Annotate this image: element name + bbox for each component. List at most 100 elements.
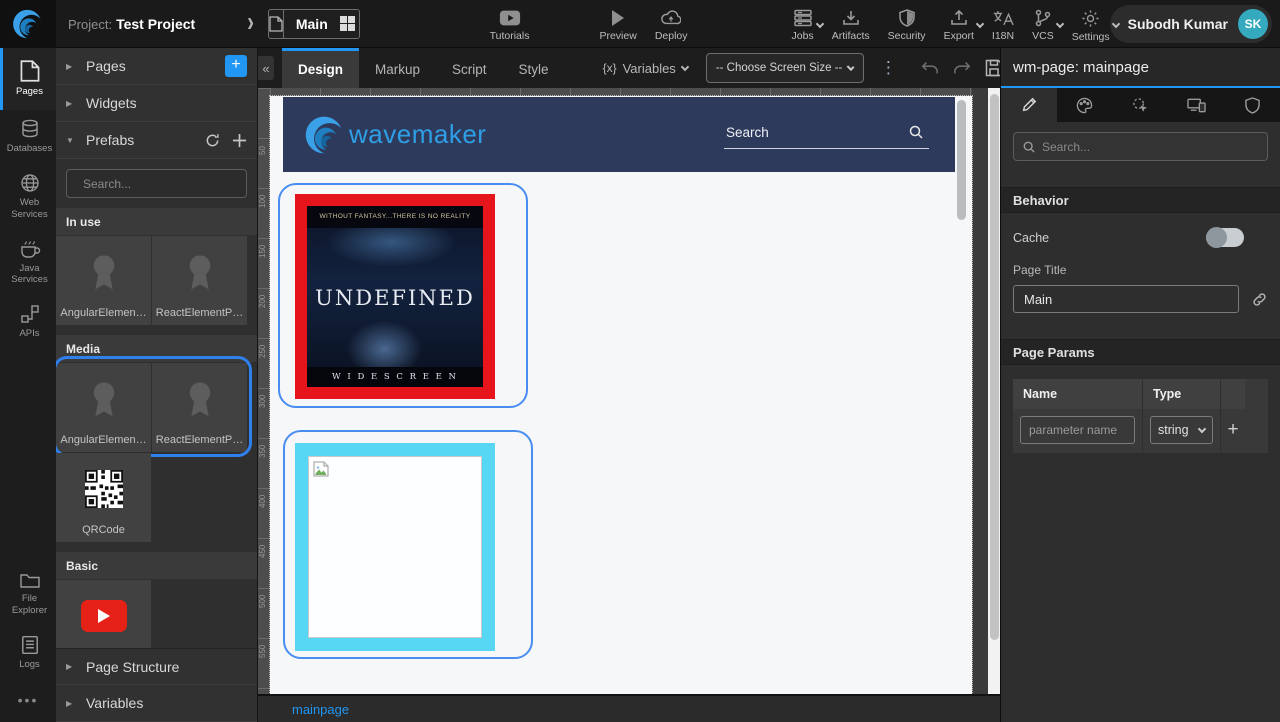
- pages-panel: ▶ Pages + ▶ Widgets ▼ Prefabs In use Ang…: [56, 48, 258, 722]
- status-bar: mainpage: [258, 694, 1000, 722]
- properties-panel-title: wm-page: mainpage: [1001, 48, 1280, 88]
- tab-events[interactable]: [1113, 88, 1169, 122]
- page-grid-icon[interactable]: [340, 16, 355, 31]
- page-selector[interactable]: Main: [268, 9, 360, 39]
- i18n-icon: [992, 9, 1014, 27]
- vcs-icon: [1034, 9, 1052, 27]
- picture-widget-empty[interactable]: [295, 443, 495, 651]
- rail-item-databases[interactable]: Databases: [0, 110, 56, 164]
- import-prefab-button[interactable]: [232, 133, 247, 148]
- refresh-prefabs-button[interactable]: [205, 133, 220, 148]
- poster-tagline: WITHOUT FANTASY...THERE IS NO REALITY: [307, 206, 483, 228]
- breadcrumb-chevron-icon: ›: [247, 7, 254, 39]
- artifacts-button[interactable]: Artifacts: [832, 5, 870, 42]
- section-widgets[interactable]: ▶ Widgets: [56, 85, 257, 122]
- rail-item-apis[interactable]: APIs: [0, 295, 56, 349]
- export-button[interactable]: Export: [944, 5, 974, 42]
- prefab-tile[interactable]: ReactElementP…: [152, 236, 247, 325]
- prefab-search: [56, 159, 257, 208]
- prefab-ribbon-icon: [85, 378, 123, 420]
- tab-markup[interactable]: Markup: [359, 48, 436, 88]
- group-header-in-use: In use: [56, 208, 257, 235]
- tab-security[interactable]: [1224, 88, 1280, 122]
- top-bar: Project:Test Project › Main Tutorials Pr…: [0, 0, 1280, 48]
- section-pages[interactable]: ▶ Pages +: [56, 48, 257, 85]
- security-button[interactable]: Security: [888, 5, 926, 42]
- pencil-icon: [1021, 97, 1037, 113]
- plus-icon: [232, 133, 247, 148]
- rail-more-button[interactable]: •••: [0, 680, 56, 722]
- properties-search-input[interactable]: [1042, 140, 1258, 154]
- section-prefabs[interactable]: ▼ Prefabs: [56, 122, 257, 159]
- prefab-tile-qrcode[interactable]: QRCode: [56, 453, 151, 542]
- rail-item-web-services[interactable]: Web Services: [0, 164, 56, 230]
- prefab-search-input[interactable]: [83, 177, 238, 191]
- param-name-cell: [1013, 409, 1143, 453]
- screen-size-select[interactable]: -- Choose Screen Size --: [706, 53, 864, 83]
- prefab-ribbon-icon: [181, 251, 219, 293]
- avatar: SK: [1238, 9, 1268, 39]
- column-header-name: Name: [1013, 379, 1143, 409]
- page-header-widget[interactable]: wavemaker Search: [283, 97, 955, 172]
- page-title-input[interactable]: [1013, 285, 1239, 313]
- more-options-button[interactable]: ⋮: [880, 58, 897, 78]
- redo-button[interactable]: [953, 60, 971, 76]
- param-type-select[interactable]: string: [1150, 416, 1213, 444]
- export-caret-icon: [976, 19, 984, 27]
- prefab-tile-selected[interactable]: ReactElementP…: [152, 363, 247, 452]
- cache-toggle[interactable]: [1206, 228, 1244, 247]
- properties-tabs: [1001, 88, 1280, 122]
- group-header-basic: Basic: [56, 552, 257, 579]
- section-variables[interactable]: ▶ Variables: [56, 685, 257, 722]
- rail-item-java-services[interactable]: Java Services: [0, 230, 56, 296]
- tab-design[interactable]: Design: [282, 48, 359, 88]
- preview-button[interactable]: Preview: [599, 5, 636, 42]
- artifacts-icon: [842, 9, 860, 27]
- bind-link-icon[interactable]: [1251, 291, 1268, 308]
- add-page-button[interactable]: +: [225, 55, 247, 77]
- properties-search: [1013, 132, 1268, 161]
- tab-style[interactable]: Style: [503, 48, 565, 88]
- user-menu[interactable]: Subodh Kumar SK: [1110, 5, 1272, 43]
- add-param-button[interactable]: +: [1221, 409, 1245, 453]
- canvas-toolbar: « Design Markup Script Style {x} Variabl…: [258, 48, 1000, 88]
- jobs-icon: [793, 9, 813, 27]
- settings-button[interactable]: Settings: [1072, 5, 1110, 43]
- page-doc-icon: [269, 10, 284, 38]
- prefab-tile-youtube[interactable]: Youtube: [56, 580, 151, 648]
- i18n-button[interactable]: I18N: [992, 5, 1014, 42]
- collapse-left-panel-button[interactable]: «: [258, 56, 274, 80]
- page-params-section-header: Page Params: [1001, 339, 1280, 365]
- variables-menu[interactable]: {x} Variables: [603, 61, 688, 76]
- page-scrollbar-thumb[interactable]: [957, 100, 966, 220]
- picture-widget-poster[interactable]: WITHOUT FANTASY...THERE IS NO REALITY UN…: [295, 194, 495, 399]
- param-name-input[interactable]: [1020, 416, 1135, 444]
- param-type-cell: string: [1143, 409, 1221, 453]
- canvas-scrollbar-track[interactable]: [988, 88, 1000, 694]
- site-search-field[interactable]: Search: [724, 121, 929, 149]
- prefab-list: In use AngularElemen… ReactElementP… Med…: [56, 208, 257, 648]
- tab-devices[interactable]: [1168, 88, 1224, 122]
- prefab-tile[interactable]: AngularElemen…: [56, 236, 151, 325]
- vcs-button[interactable]: VCS: [1032, 5, 1054, 42]
- tab-styles[interactable]: [1057, 88, 1113, 122]
- youtube-icon: [81, 600, 127, 632]
- active-page-name[interactable]: mainpage: [292, 702, 349, 717]
- rail-item-pages[interactable]: Pages: [0, 48, 56, 110]
- rail-item-file-explorer[interactable]: File Explorer: [0, 562, 56, 626]
- tutorials-button[interactable]: Tutorials: [490, 5, 530, 42]
- tab-script[interactable]: Script: [436, 48, 503, 88]
- rail-item-logs[interactable]: Logs: [0, 626, 56, 680]
- wavemaker-logo[interactable]: [0, 0, 56, 48]
- deploy-button[interactable]: Deploy: [655, 5, 688, 42]
- canvas-scrollbar-thumb[interactable]: [990, 94, 999, 640]
- refresh-icon: [205, 133, 220, 148]
- design-canvas: 50100 150200 250300 350400 450500 550 wa…: [258, 88, 1000, 694]
- section-page-structure[interactable]: ▶ Page Structure: [56, 648, 257, 685]
- jobs-button[interactable]: Jobs: [792, 5, 814, 42]
- page-preview[interactable]: wavemaker Search WITHOUT FANTASY...THERE…: [270, 96, 972, 694]
- tab-properties[interactable]: [1001, 88, 1057, 122]
- undo-button[interactable]: [921, 60, 939, 76]
- prefab-tile-selected[interactable]: AngularElemen…: [56, 363, 151, 452]
- prefab-ribbon-icon: [181, 378, 219, 420]
